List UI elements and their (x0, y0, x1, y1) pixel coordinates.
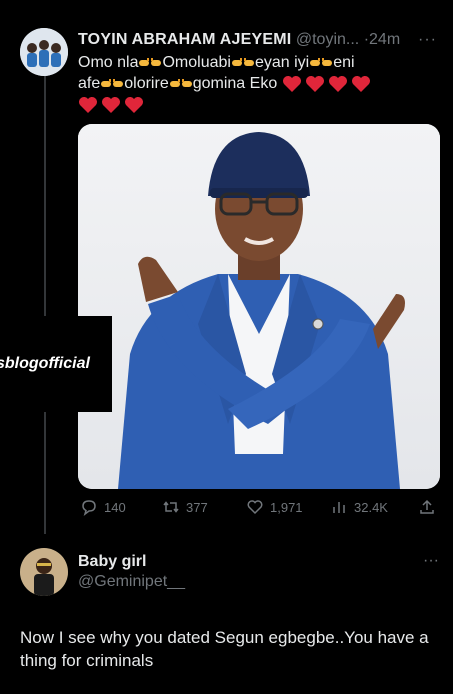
post-time[interactable]: ·24m (364, 31, 400, 48)
share-action[interactable] (418, 498, 442, 516)
reply-author-handle[interactable]: @Geminipet__ (78, 572, 185, 592)
author-handle[interactable]: @toyin... (296, 31, 359, 48)
analytics-bars-icon (333, 502, 345, 513)
post-text-segment: gomina Eko (192, 75, 278, 92)
post-text-segment: Omoluabi (162, 54, 231, 71)
post-more-button[interactable]: ··· (418, 30, 437, 50)
post-text-segment: afe (78, 75, 101, 92)
watermark-text: sblogofficial (0, 355, 90, 372)
reply-action[interactable]: 140 (80, 498, 126, 516)
red-heart-icon (282, 76, 301, 93)
reply-text: Now I see why you dated Segun egbegbe..Y… (20, 628, 429, 670)
pointing-hands-icon (101, 78, 124, 87)
post-text: Omo nla Omoluabi eyan iyi eni afe olorire gom… (78, 52, 440, 116)
post-header: TOYIN ABRAHAM AJEYEMI @toyin... ·24m ··· (78, 30, 443, 50)
post-action-bar: 140 377 1,971 32.4K (78, 498, 440, 520)
reply-header: Baby girl @Geminipet__ (78, 552, 185, 592)
views-action[interactable]: 32.4K (330, 498, 388, 516)
repost-action[interactable]: 377 (162, 498, 208, 516)
post-media-image[interactable] (78, 124, 440, 489)
red-heart-icon (328, 76, 347, 93)
pointing-hands-icon (169, 78, 192, 87)
post-text-segment: olorire (124, 75, 169, 92)
like-action[interactable]: 1,971 (246, 498, 303, 516)
reply-author-name[interactable]: Baby girl (78, 553, 146, 570)
red-heart-icon (102, 97, 120, 114)
reply-bubble-icon (82, 500, 96, 516)
author-avatar[interactable] (20, 28, 68, 76)
post-text-segment: Omo nla (78, 54, 139, 71)
post-text-segment: eyan iyi (254, 54, 310, 71)
heart-outline-icon (247, 500, 263, 515)
pointing-hands-icon (231, 57, 254, 66)
red-heart-icon (351, 76, 370, 93)
hearts-row-2 (78, 95, 147, 116)
views-count: 32.4K (354, 499, 388, 515)
thread-connector-line (44, 74, 46, 534)
share-upload-icon (420, 499, 434, 514)
post-text-segment: eni (333, 54, 355, 71)
pointing-hands-icon (139, 57, 162, 66)
reply-more-button[interactable]: ··· (423, 552, 439, 570)
repost-icon (163, 501, 179, 513)
repost-count: 377 (186, 499, 208, 515)
reply-count: 140 (104, 499, 126, 515)
red-heart-icon (305, 76, 324, 93)
reply-author-avatar[interactable] (20, 548, 68, 596)
red-heart-icon (125, 97, 143, 114)
pointing-hands-icon (310, 57, 333, 66)
like-count: 1,971 (270, 499, 303, 515)
watermark-overlay: sblogofficial (0, 316, 112, 412)
red-heart-icon (79, 97, 97, 114)
author-name[interactable]: TOYIN ABRAHAM AJEYEMI (78, 31, 291, 48)
hearts-row-1 (282, 73, 374, 94)
